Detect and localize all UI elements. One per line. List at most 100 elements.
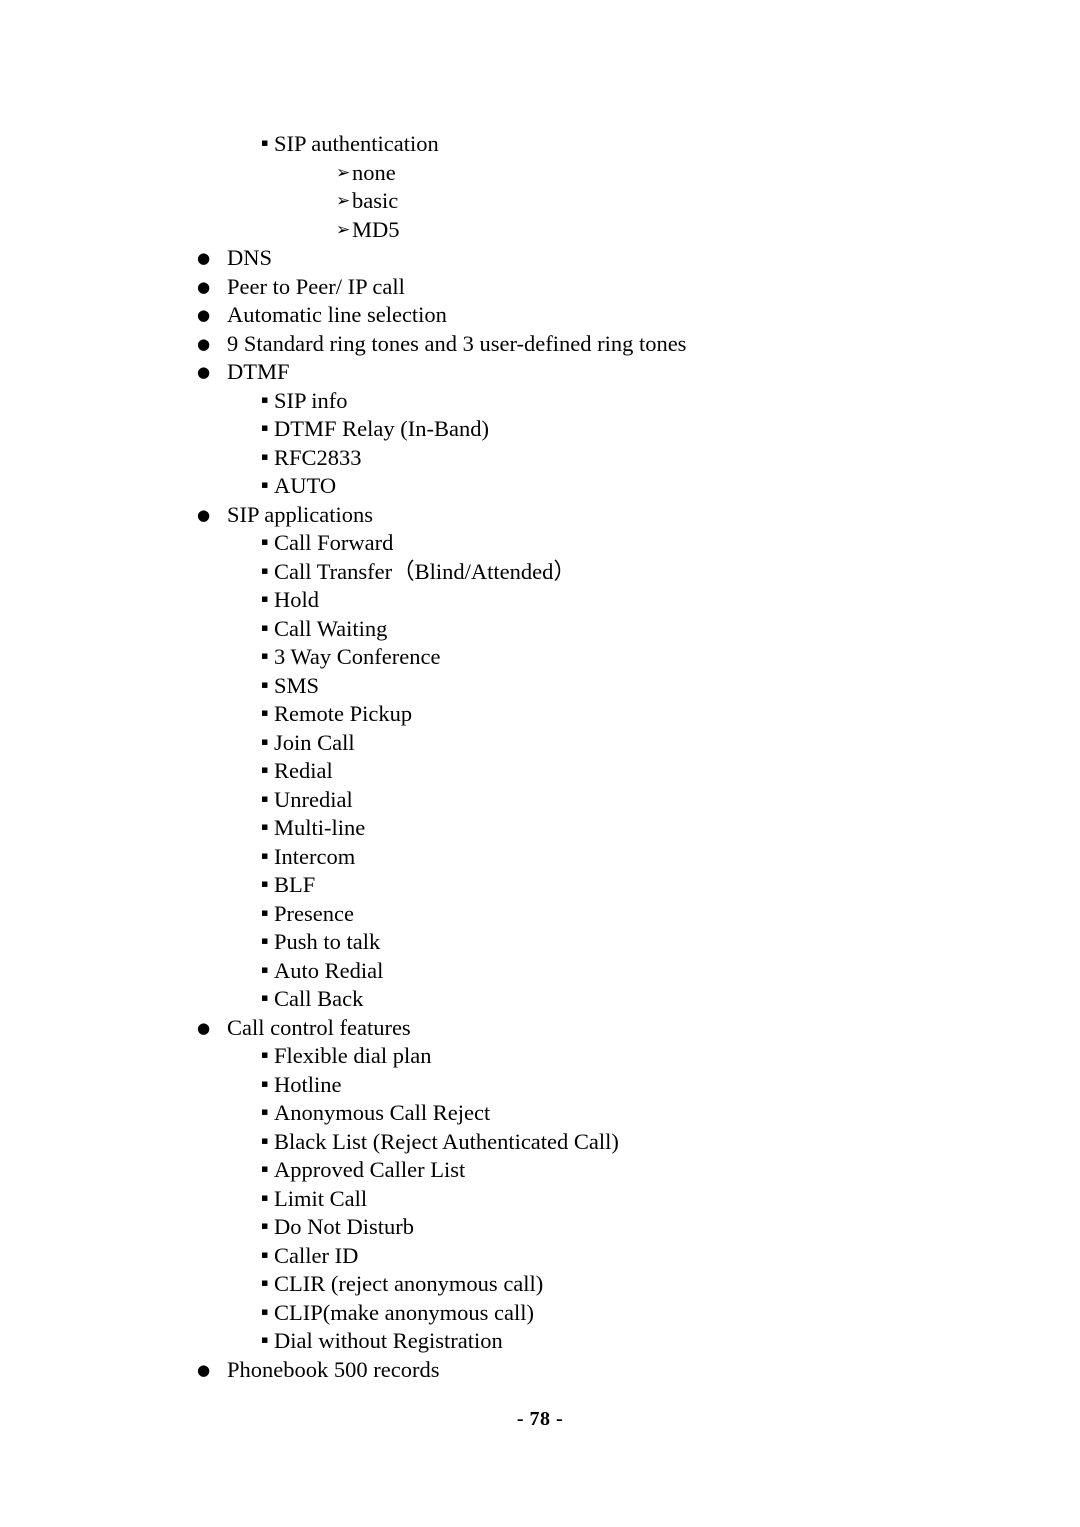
outline-item-label: Limit Call — [274, 1185, 368, 1211]
outline-item-label: 3 Way Conference — [274, 644, 441, 669]
outline-item-label: Multi-line — [274, 815, 366, 840]
outline-item-level-2: ▪ BLF — [0, 871, 1080, 900]
square-bullet-icon: ▪ — [261, 962, 269, 976]
outline-item-level-3: ➢ none — [0, 159, 1080, 188]
outline-item-level-2: ▪ SIP info — [0, 387, 1080, 416]
arrow-bullet-icon: ➢ — [336, 162, 351, 183]
outline-item-label: Call Back — [274, 986, 364, 1011]
square-bullet-icon: ▪ — [261, 877, 269, 890]
outline-item-level-2: ▪ Do Not Disturb — [0, 1213, 1080, 1242]
outline-item-label: Approved Caller List — [274, 1157, 466, 1182]
square-bullet-icon: ▪ — [261, 734, 269, 748]
square-bullet-icon: ▪ — [261, 934, 269, 947]
outline-item-label: MD5 — [352, 216, 400, 242]
outline-item-label: SIP applications — [227, 501, 374, 527]
outline-item-level-1: ● Automatic line selection — [0, 301, 1080, 330]
outline-item-level-2: ▪ Approved Caller List — [0, 1156, 1080, 1185]
outline-item-label: Join Call — [274, 729, 355, 755]
outline-item-label: Auto Redial — [274, 957, 384, 983]
disc-bullet-icon: ● — [197, 249, 211, 267]
outline-item-level-2: ▪ Multi-line — [0, 814, 1080, 843]
disc-bullet-icon: ● — [197, 306, 211, 324]
outline-item-level-2: ▪ Hold — [0, 586, 1080, 615]
outline-item-label: Presence — [274, 900, 354, 926]
outline-item-level-2: ▪ RFC2833 — [0, 444, 1080, 473]
outline-item-level-2: ▪ SIP authentication — [0, 130, 1080, 159]
square-bullet-icon: ▪ — [261, 1333, 269, 1346]
square-bullet-icon: ▪ — [261, 1190, 269, 1204]
outline-item-label: Flexible dial plan — [274, 1043, 432, 1068]
outline-item-level-2: ▪ CLIP(make anonymous call) — [0, 1299, 1080, 1328]
square-bullet-icon: ▪ — [261, 1247, 269, 1261]
square-bullet-icon: ▪ — [261, 791, 269, 805]
outline-item-label: SIP info — [274, 387, 348, 413]
outline-item-level-2: ▪ Redial — [0, 757, 1080, 786]
square-bullet-icon: ▪ — [261, 763, 269, 776]
disc-bullet-icon: ● — [197, 505, 211, 524]
square-bullet-icon: ▪ — [261, 1048, 269, 1061]
outline-item-level-1: ● SIP applications — [0, 501, 1080, 530]
outline-item-level-2: ▪ Black List (Reject Authenticated Call) — [0, 1128, 1080, 1157]
outline-item-label: BLF — [274, 872, 316, 897]
outline-item-level-2: ▪ SMS — [0, 672, 1080, 701]
outline-item-label: Peer to Peer/ IP call — [227, 273, 405, 299]
outline-item-label: Call Forward — [274, 530, 394, 555]
outline-item-level-1: ● Phonebook 500 records — [0, 1356, 1080, 1385]
square-bullet-icon: ▪ — [261, 421, 269, 434]
square-bullet-icon: ▪ — [261, 1219, 269, 1232]
outline-item-label: Automatic line selection — [227, 302, 447, 327]
outline-item-label: Hotline — [274, 1071, 342, 1097]
square-bullet-icon: ▪ — [261, 649, 269, 662]
square-bullet-icon: ▪ — [261, 1076, 269, 1090]
outline-item-label: Unredial — [274, 786, 353, 812]
outline-item-label: basic — [352, 188, 399, 213]
square-bullet-icon: ▪ — [261, 1304, 269, 1318]
disc-bullet-icon: ● — [197, 363, 211, 381]
outline-item-label: Anonymous Call Reject — [274, 1100, 491, 1125]
outline-item-level-2: ▪ Limit Call — [0, 1185, 1080, 1214]
disc-bullet-icon: ● — [197, 277, 211, 296]
arrow-bullet-icon: ➢ — [336, 219, 351, 240]
arrow-bullet-icon: ➢ — [336, 191, 351, 211]
square-bullet-icon: ▪ — [261, 1133, 269, 1147]
square-bullet-icon: ▪ — [261, 592, 269, 605]
outline-item-level-2: ▪ Hotline — [0, 1071, 1080, 1100]
disc-bullet-icon: ● — [197, 334, 211, 353]
outline-item-level-2: ▪ Caller ID — [0, 1242, 1080, 1271]
outline-item-label: DTMF Relay (In-Band) — [274, 416, 489, 441]
square-bullet-icon: ▪ — [261, 820, 269, 833]
outline-item-level-2: ▪ 3 Way Conference — [0, 643, 1080, 672]
square-bullet-icon: ▪ — [261, 1162, 269, 1175]
outline-item-level-2: ▪ Unredial — [0, 786, 1080, 815]
feature-outline-list: ▪ SIP authentication ➢ none ➢ basic ➢ MD5 ● DNS ● P… — [0, 130, 1080, 1384]
outline-item-level-1: ● DTMF — [0, 358, 1080, 387]
square-bullet-icon: ▪ — [261, 535, 269, 548]
outline-item-level-2: ▪ Remote Pickup — [0, 700, 1080, 729]
outline-item-label: Push to talk — [274, 929, 381, 954]
outline-item-level-2: ▪ Join Call — [0, 729, 1080, 758]
outline-item-level-3: ➢ basic — [0, 187, 1080, 216]
page-footer-number: - 78 - — [516, 1408, 564, 1430]
outline-item-label: 9 Standard ring tones and 3 user-defined… — [227, 330, 687, 356]
outline-item-label: Redial — [274, 758, 333, 783]
outline-item-level-2: ▪ AUTO — [0, 472, 1080, 501]
outline-item-label: Call control features — [227, 1014, 411, 1040]
outline-item-label: CLIR (reject anonymous call) — [274, 1271, 544, 1296]
square-bullet-icon: ▪ — [261, 620, 269, 634]
outline-item-level-2: ▪ Push to talk — [0, 928, 1080, 957]
outline-item-label: Black List (Reject Authenticated Call) — [274, 1128, 619, 1154]
outline-item-level-3: ➢ MD5 — [0, 216, 1080, 245]
outline-item-level-2: ▪ Presence — [0, 900, 1080, 929]
outline-item-level-2: ▪ CLIR (reject anonymous call) — [0, 1270, 1080, 1299]
outline-item-level-2: ▪ Call Waiting — [0, 615, 1080, 644]
outline-item-level-1: ● Call control features — [0, 1014, 1080, 1043]
square-bullet-icon: ▪ — [261, 136, 269, 149]
disc-bullet-icon: ● — [197, 1018, 211, 1037]
outline-item-level-1: ● DNS — [0, 244, 1080, 273]
outline-item-label: AUTO — [274, 473, 337, 498]
outline-item-level-2: ▪ Call Transfer（Blind/Attended） — [0, 558, 1080, 587]
square-bullet-icon: ▪ — [261, 449, 269, 463]
outline-item-label: Phonebook 500 records — [227, 1356, 440, 1382]
outline-item-label: CLIP(make anonymous call) — [274, 1299, 534, 1325]
square-bullet-icon: ▪ — [261, 848, 269, 862]
